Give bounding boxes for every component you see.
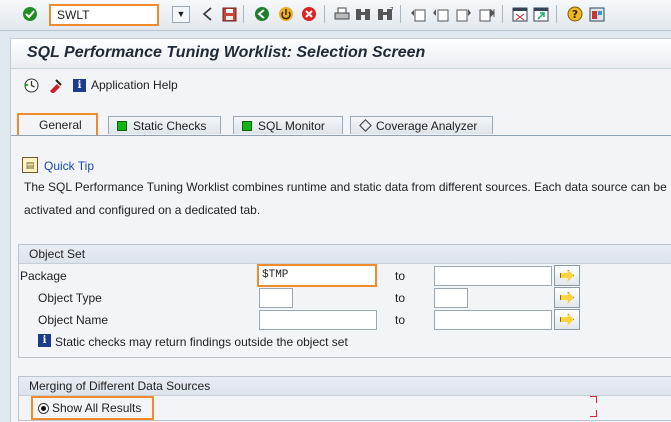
group-title: Object Set: [19, 245, 671, 264]
arrow-right-icon: [560, 291, 574, 304]
new-session-icon[interactable]: [512, 6, 528, 22]
find-icon[interactable]: [355, 6, 371, 22]
info-icon: i: [38, 334, 51, 347]
tab-label: Static Checks: [133, 118, 207, 133]
object-name-multiple-selection-button[interactable]: [554, 309, 580, 330]
to-label: to: [395, 269, 406, 283]
title-bar: SQL Performance Tuning Worklist: Selecti…: [11, 39, 671, 69]
tab-label: Coverage Analyzer: [376, 118, 478, 133]
save-icon[interactable]: [221, 6, 237, 22]
show-all-results-radio[interactable]: [38, 403, 49, 414]
tab-coverage-analyzer[interactable]: Coverage Analyzer: [350, 116, 493, 134]
tab-label: General: [39, 118, 82, 132]
arrow-right-icon: [560, 313, 574, 326]
quick-tip-link[interactable]: Quick Tip: [44, 159, 94, 173]
enter-icon[interactable]: [22, 6, 38, 22]
cancel-icon[interactable]: [301, 6, 317, 22]
system-toolbar: SWLT ▼ ?: [0, 0, 671, 31]
last-page-icon[interactable]: [479, 6, 495, 22]
chevron-down-icon[interactable]: ▼: [172, 6, 190, 23]
object-set-info-text: Static checks may return findings outsid…: [55, 335, 348, 349]
corner-marker: [590, 410, 597, 417]
toolbar-separator: [324, 5, 325, 23]
object-type-label: Object Type: [38, 291, 102, 305]
package-label: Package: [20, 269, 67, 283]
shortcut-icon[interactable]: [533, 6, 549, 22]
application-toolbar: i Application Help: [11, 69, 671, 95]
toolbar-separator: [243, 5, 244, 23]
toolbar-separator: [400, 5, 401, 23]
variant-icon[interactable]: [47, 78, 63, 93]
next-page-icon[interactable]: [456, 6, 472, 22]
object-type-from-field[interactable]: [259, 288, 293, 308]
exit-icon[interactable]: [254, 6, 270, 22]
package-multiple-selection-button[interactable]: [554, 265, 580, 286]
to-label: to: [395, 313, 406, 327]
show-all-results-label[interactable]: Show All Results: [52, 401, 141, 415]
package-from-field[interactable]: $TMP: [257, 264, 377, 287]
arrow-right-icon: [560, 269, 574, 282]
customize-layout-icon[interactable]: [589, 6, 605, 22]
page-title: SQL Performance Tuning Worklist: Selecti…: [27, 44, 426, 61]
execute-icon[interactable]: [23, 78, 39, 92]
tab-static-checks[interactable]: Static Checks: [108, 116, 221, 134]
status-green-icon: [117, 120, 127, 131]
corner-marker: [590, 396, 597, 403]
object-name-label: Object Name: [38, 313, 109, 327]
print-icon[interactable]: [334, 6, 350, 22]
package-to-field[interactable]: [434, 266, 552, 286]
application-help-button[interactable]: Application Help: [91, 78, 178, 92]
diamond-icon: [359, 119, 372, 132]
tab-label: SQL Monitor: [258, 118, 325, 133]
tabstrip: General Static Checks SQL Monitor Covera…: [11, 112, 671, 136]
tab-general[interactable]: General: [17, 113, 98, 135]
svg-text:?: ?: [572, 8, 578, 21]
object-name-to-field[interactable]: [434, 310, 552, 330]
find-next-icon[interactable]: [377, 6, 393, 22]
object-type-multiple-selection-button[interactable]: [554, 287, 580, 308]
back-icon[interactable]: [200, 6, 216, 22]
info-icon[interactable]: i: [73, 79, 86, 92]
previous-page-icon[interactable]: [433, 6, 449, 22]
first-page-icon[interactable]: [410, 6, 426, 22]
quick-tip-icon: ▤: [22, 157, 38, 173]
description-text: The SQL Performance Tuning Worklist comb…: [24, 180, 667, 217]
command-field[interactable]: SWLT: [49, 4, 159, 26]
toolbar-separator: [556, 5, 557, 23]
object-name-from-field[interactable]: [259, 310, 377, 330]
help-icon[interactable]: ?: [567, 6, 583, 22]
toolbar-separator: [502, 5, 503, 23]
group-title: Merging of Different Data Sources: [19, 377, 671, 396]
logoff-icon[interactable]: [278, 6, 294, 22]
to-label: to: [395, 291, 406, 305]
tab-sql-monitor[interactable]: SQL Monitor: [233, 116, 343, 134]
object-type-to-field[interactable]: [434, 288, 468, 308]
status-green-icon: [242, 120, 252, 131]
main-area: SQL Performance Tuning Worklist: Selecti…: [10, 38, 671, 422]
